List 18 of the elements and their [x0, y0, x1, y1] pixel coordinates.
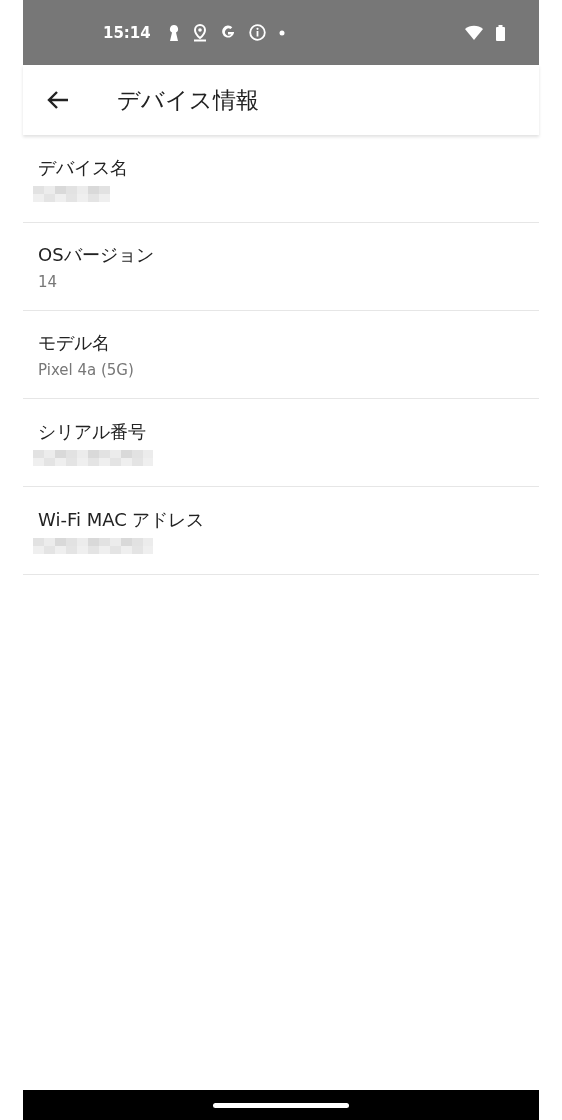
keyhole-icon — [167, 23, 180, 42]
location-icon — [192, 23, 207, 42]
back-arrow-icon[interactable] — [47, 90, 69, 110]
row-value: Pixel 4a (5G) — [38, 360, 135, 379]
status-time: 15:14 — [103, 23, 151, 42]
row-label: OSバージョン — [38, 242, 155, 267]
home-handle[interactable] — [213, 1102, 349, 1108]
row-label: モデル名 — [38, 330, 111, 355]
row-label: シリアル番号 — [38, 419, 147, 444]
row-label: Wi-Fi MAC アドレス — [38, 507, 206, 532]
row-label: デバイス名 — [38, 155, 129, 180]
dot-icon — [278, 29, 285, 36]
battery-icon — [496, 24, 505, 41]
wifi-icon — [465, 25, 483, 40]
google-icon — [219, 24, 236, 41]
row-value: 14 — [38, 272, 59, 291]
info-icon — [248, 24, 266, 41]
page-title: デバイス情報 — [117, 85, 259, 115]
